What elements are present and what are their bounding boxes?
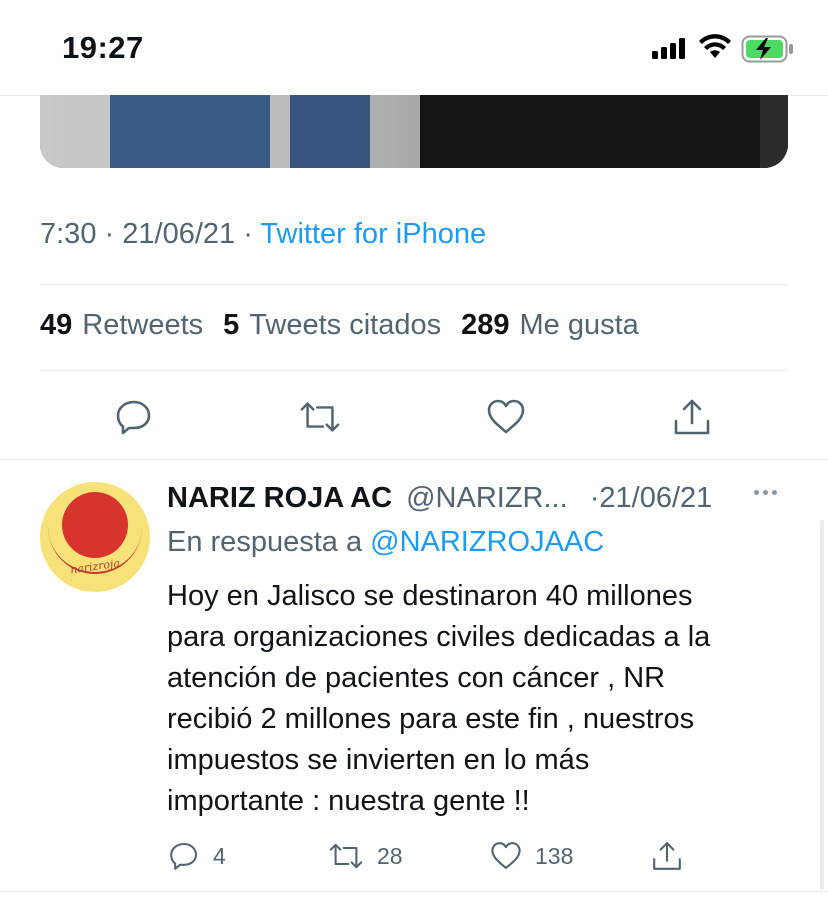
reply-replies-count: 4 — [213, 842, 226, 869]
retweet-icon — [329, 843, 363, 869]
reply-text-line: importante : nuestra gente !! — [167, 785, 530, 817]
reply-author-handle[interactable]: @NARIZR... — [406, 482, 568, 514]
reply-text-line: recibió 2 millones para este fin , nuest… — [167, 703, 695, 735]
tweet-time: 7:30 — [40, 218, 97, 250]
divider — [40, 370, 788, 371]
reply-text-line: atención de pacientes con cáncer , NR — [167, 662, 666, 694]
divider — [40, 284, 788, 285]
replying-to-mention[interactable]: @NARIZROJAAC — [370, 526, 604, 558]
image-person-right — [290, 95, 370, 168]
tweet-meta: 7:30 · 21/06/21 · Twitter for iPhone — [40, 218, 486, 251]
meta-separator: · — [104, 218, 115, 250]
reply-like-button[interactable]: 138 — [489, 840, 573, 872]
retweets-label: Retweets — [82, 309, 204, 341]
share-icon[interactable] — [670, 395, 714, 439]
scrollbar[interactable] — [820, 520, 824, 890]
reply-text: Hoy en Jalisco se destinaron 40 millones… — [167, 576, 787, 822]
quote-tweets-stat[interactable]: 5 Tweets citados — [223, 309, 441, 342]
reply-retweet-button[interactable]: 28 — [327, 840, 403, 872]
retweets-stat[interactable]: 49 Retweets — [40, 309, 203, 342]
tweet-actions — [40, 395, 788, 439]
retweet-icon[interactable] — [298, 395, 342, 439]
avatar[interactable]: narizroja — [40, 482, 150, 592]
status-time: 19:27 — [62, 30, 144, 65]
image-edge — [760, 95, 788, 168]
reply-icon[interactable] — [112, 395, 156, 439]
tweet-source-link[interactable]: Twitter for iPhone — [260, 218, 486, 250]
reply-text-line: Hoy en Jalisco se destinaron 40 millones — [167, 580, 693, 612]
tweet-date: 21/06/21 — [122, 218, 236, 250]
tweet-stats: 49 Retweets 5 Tweets citados 289 Me gust… — [40, 309, 659, 342]
more-options-icon[interactable] — [754, 490, 777, 495]
reply-text-line: para organizaciones civiles dedicadas a … — [167, 621, 711, 653]
reply-date[interactable]: ·21/06/21 — [590, 482, 713, 514]
like-icon[interactable] — [484, 395, 528, 439]
reply-share-button[interactable] — [651, 840, 683, 872]
reply-reply-button[interactable]: 4 — [167, 840, 226, 872]
tweet-image[interactable] — [40, 95, 788, 168]
reply-icon — [170, 842, 198, 870]
reply-header: NARIZ ROJA AC @NARIZR... ·21/06/21 — [167, 482, 787, 515]
replying-to-label: En respuesta a — [167, 526, 363, 558]
likes-count: 289 — [461, 309, 510, 341]
reply-tweet[interactable]: narizroja NARIZ ROJA AC @NARIZR... ·21/0… — [0, 460, 828, 890]
status-bar: 19:27 — [0, 0, 828, 96]
reply-text-line: impuestos se invierten en lo más — [167, 744, 590, 776]
image-person-left — [110, 95, 270, 168]
quote-tweets-label: Tweets citados — [249, 309, 442, 341]
replying-to: En respuesta a @NARIZROJAAC — [167, 526, 604, 559]
signal-bars-icon — [652, 38, 685, 59]
reply-likes-count: 138 — [535, 842, 574, 869]
likes-stat[interactable]: 289 Me gusta — [461, 309, 639, 342]
divider — [0, 891, 828, 892]
retweets-count: 49 — [40, 309, 73, 341]
image-dark-area — [420, 95, 788, 168]
reply-author-name[interactable]: NARIZ ROJA AC — [167, 482, 392, 514]
reply-actions: 4 28 138 — [167, 840, 727, 872]
quote-tweets-count: 5 — [223, 309, 240, 341]
wifi-icon — [698, 34, 732, 65]
like-icon — [491, 842, 521, 870]
reply-retweets-count: 28 — [377, 842, 403, 869]
likes-label: Me gusta — [519, 309, 639, 341]
share-icon — [653, 842, 681, 870]
battery-charging-icon — [741, 35, 795, 68]
meta-separator: · — [243, 218, 253, 250]
